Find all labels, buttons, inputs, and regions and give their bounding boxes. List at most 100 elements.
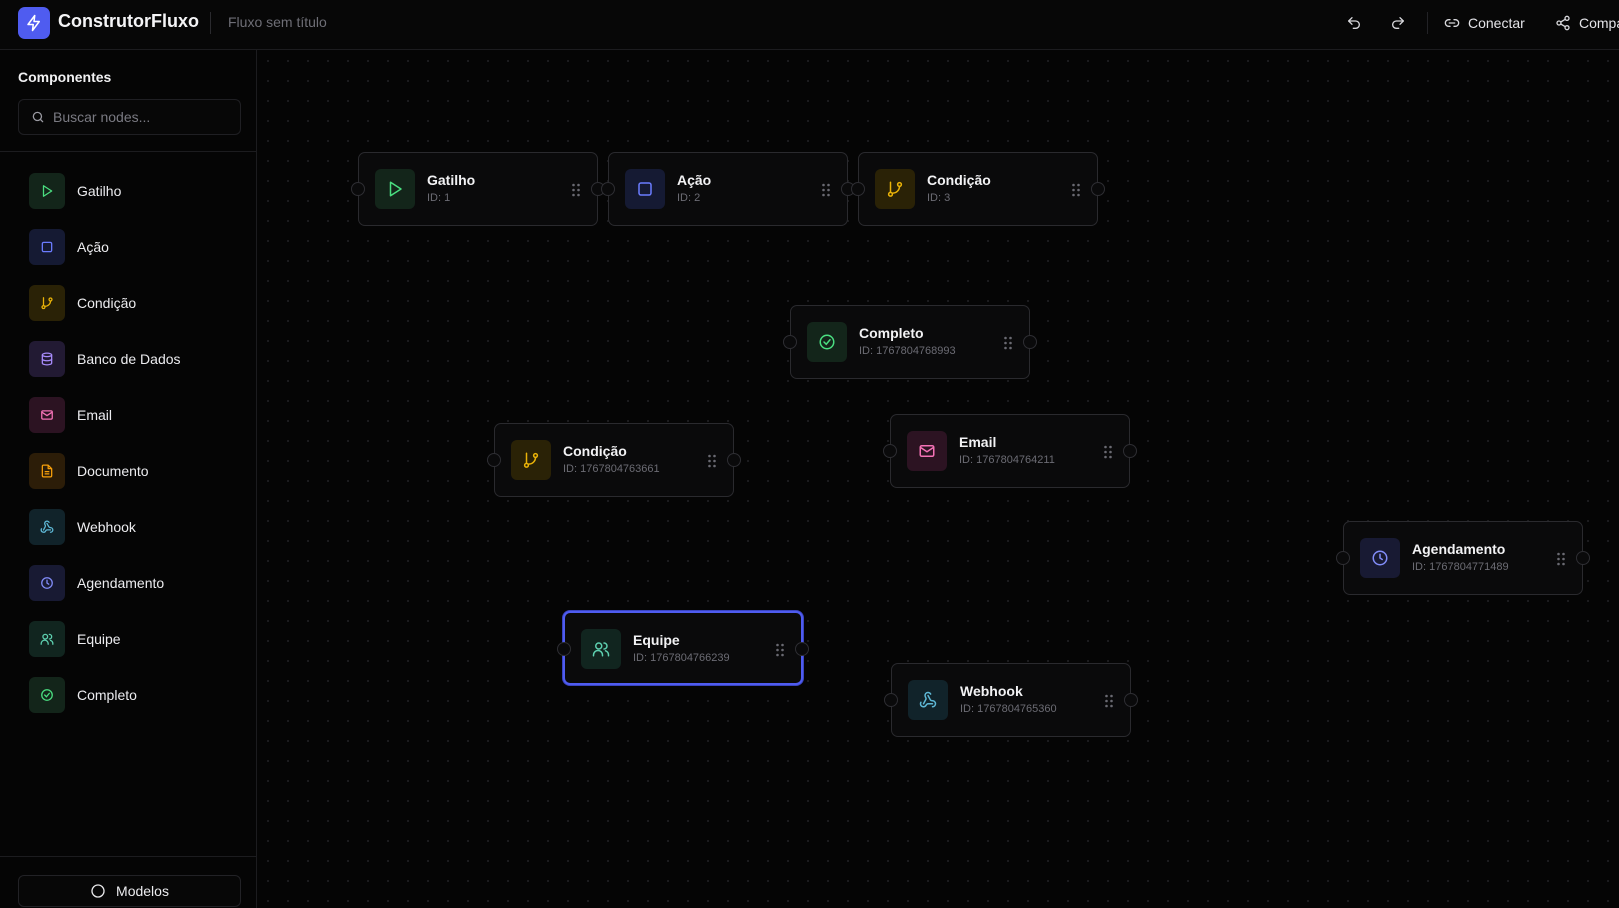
clock-icon bbox=[29, 565, 65, 601]
header-divider-right bbox=[1427, 12, 1428, 34]
sidebar-item-email[interactable]: Email bbox=[22, 391, 242, 439]
redo-button[interactable] bbox=[1390, 12, 1406, 34]
link-icon bbox=[1444, 18, 1460, 27]
search-box bbox=[18, 99, 241, 135]
logo[interactable] bbox=[18, 7, 50, 39]
share-label: Compartilhar bbox=[1579, 15, 1619, 31]
sidebar-item-agendamento[interactable]: Agendamento bbox=[22, 559, 242, 607]
undo-icon bbox=[1348, 17, 1360, 29]
drag-handle-icon[interactable] bbox=[821, 183, 831, 197]
drag-handle-icon[interactable] bbox=[1556, 552, 1566, 566]
node-title: Ação bbox=[677, 172, 712, 188]
webhook-icon bbox=[908, 680, 948, 720]
drag-handle-icon[interactable] bbox=[1104, 694, 1114, 708]
drag-handle-icon[interactable] bbox=[707, 454, 717, 468]
input-port[interactable] bbox=[1336, 551, 1350, 565]
play-icon bbox=[29, 173, 65, 209]
sidebar-item-label: Documento bbox=[77, 463, 149, 479]
sidebar-item-webhook[interactable]: Webhook bbox=[22, 503, 242, 551]
flow-canvas[interactable]: Gatilho ID: 1 Ação ID: 2 Condição ID: 3 … bbox=[258, 51, 1619, 908]
output-port[interactable] bbox=[1091, 182, 1105, 196]
models-button[interactable]: Modelos bbox=[18, 875, 241, 907]
header-divider bbox=[210, 12, 211, 34]
node-id: ID: 3 bbox=[927, 192, 951, 204]
sidebar-item-label: Gatilho bbox=[77, 183, 122, 199]
share-icon bbox=[1556, 15, 1570, 31]
git-branch-icon bbox=[29, 285, 65, 321]
node-id: ID: 1767804768993 bbox=[859, 345, 956, 357]
drag-handle-icon[interactable] bbox=[571, 183, 581, 197]
flow-node-condicao[interactable]: Condição ID: 3 bbox=[851, 152, 1105, 226]
check-circle-icon bbox=[807, 322, 847, 362]
output-port[interactable] bbox=[1576, 551, 1590, 565]
sidebar-item-completo[interactable]: Completo bbox=[22, 671, 242, 719]
components-sidebar: Componentes Gatilho Ação Condição Banco … bbox=[0, 50, 257, 908]
sidebar-item-label: Agendamento bbox=[77, 575, 165, 591]
flow-node-acao[interactable]: Ação ID: 2 bbox=[601, 152, 855, 226]
flow-node-condicao-2[interactable]: Condição ID: 1767804763661 bbox=[487, 423, 741, 497]
node-title: Completo bbox=[859, 325, 924, 341]
node-title: Condição bbox=[563, 443, 627, 459]
node-id: ID: 1767804766239 bbox=[633, 652, 730, 664]
flow-node-equipe[interactable]: Equipe ID: 1767804766239 bbox=[557, 611, 809, 685]
undo-button[interactable] bbox=[1346, 12, 1362, 34]
webhook-icon bbox=[29, 509, 65, 545]
redo-icon bbox=[1392, 17, 1404, 29]
connect-button[interactable]: Conectar bbox=[1444, 12, 1525, 34]
output-port[interactable] bbox=[1023, 335, 1037, 349]
flow-node-gatilho[interactable]: Gatilho ID: 1 bbox=[351, 152, 605, 226]
drag-handle-icon[interactable] bbox=[1071, 183, 1081, 197]
sidebar-item-label: Completo bbox=[77, 687, 137, 703]
check-circle-icon bbox=[29, 677, 65, 713]
node-id: ID: 1767804765360 bbox=[960, 703, 1057, 715]
top-bar: ConstrutorFluxo Fluxo sem título Conecta… bbox=[0, 0, 1619, 50]
flow-node-email[interactable]: Email ID: 1767804764211 bbox=[883, 414, 1137, 488]
sidebar-item-acao[interactable]: Ação bbox=[22, 223, 242, 271]
node-id: ID: 1 bbox=[427, 192, 451, 204]
sidebar-item-condicao[interactable]: Condição bbox=[22, 279, 242, 327]
output-port[interactable] bbox=[1123, 444, 1137, 458]
input-port[interactable] bbox=[351, 182, 365, 196]
input-port[interactable] bbox=[557, 642, 571, 656]
models-label: Modelos bbox=[116, 883, 169, 899]
input-port[interactable] bbox=[851, 182, 865, 196]
sidebar-title: Componentes bbox=[18, 69, 112, 85]
drag-handle-icon[interactable] bbox=[1003, 336, 1013, 350]
drag-handle-icon[interactable] bbox=[1103, 445, 1113, 459]
output-port[interactable] bbox=[795, 642, 809, 656]
flow-name[interactable]: Fluxo sem título bbox=[228, 14, 327, 30]
flow-node-completo[interactable]: Completo ID: 1767804768993 bbox=[783, 305, 1037, 379]
git-branch-icon bbox=[511, 440, 551, 480]
input-port[interactable] bbox=[883, 444, 897, 458]
sidebar-item-label: Webhook bbox=[77, 519, 136, 535]
sidebar-divider bbox=[0, 151, 257, 152]
flow-node-webhook[interactable]: Webhook ID: 1767804765360 bbox=[884, 663, 1138, 737]
input-port[interactable] bbox=[884, 693, 898, 707]
square-icon bbox=[29, 229, 65, 265]
output-port[interactable] bbox=[1124, 693, 1138, 707]
sidebar-item-documento[interactable]: Documento bbox=[22, 447, 242, 495]
sidebar-item-banco-de-dados[interactable]: Banco de Dados bbox=[22, 335, 242, 383]
input-port[interactable] bbox=[487, 453, 501, 467]
database-icon bbox=[29, 341, 65, 377]
flow-node-agendamento[interactable]: Agendamento ID: 1767804771489 bbox=[1336, 521, 1590, 595]
node-title: Webhook bbox=[960, 683, 1023, 699]
input-port[interactable] bbox=[783, 335, 797, 349]
square-icon bbox=[625, 169, 665, 209]
connect-label: Conectar bbox=[1468, 15, 1525, 31]
sidebar-item-gatilho[interactable]: Gatilho bbox=[22, 167, 242, 215]
drag-handle-icon[interactable] bbox=[775, 643, 785, 657]
search-input[interactable] bbox=[53, 100, 233, 134]
node-id: ID: 2 bbox=[677, 192, 701, 204]
git-branch-icon bbox=[875, 169, 915, 209]
output-port[interactable] bbox=[727, 453, 741, 467]
sidebar-footer-divider bbox=[0, 856, 257, 857]
node-title: Condição bbox=[927, 172, 991, 188]
sidebar-item-equipe[interactable]: Equipe bbox=[22, 615, 242, 663]
node-title: Equipe bbox=[633, 632, 680, 648]
input-port[interactable] bbox=[601, 182, 615, 196]
share-button[interactable]: Compartilhar bbox=[1555, 12, 1619, 34]
sidebar-item-label: Condição bbox=[77, 295, 137, 311]
node-title: Email bbox=[959, 434, 997, 450]
node-id: ID: 1767804763661 bbox=[563, 463, 660, 475]
